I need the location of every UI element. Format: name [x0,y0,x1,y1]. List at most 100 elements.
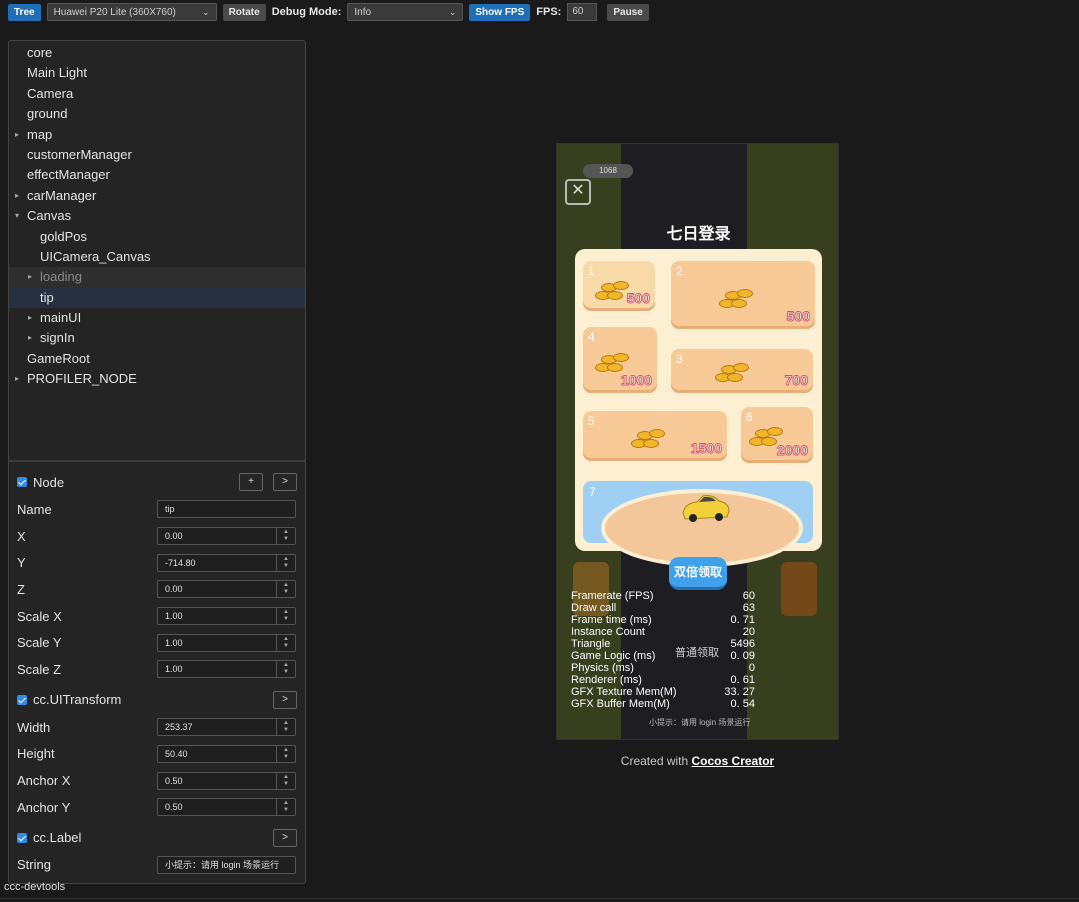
spinner-icon[interactable]: ▲ ▼ [276,528,295,545]
anchor-x-label: Anchor X [17,773,71,789]
tree-item[interactable]: core [9,43,305,63]
day-5-tile[interactable]: 5 1500 [583,411,727,461]
expanded-arrow-icon[interactable]: ▾ [15,206,19,226]
double-claim-button[interactable]: 双倍领取 [669,557,727,590]
tree-item[interactable]: ▸ PROFILER_NODE [9,369,305,389]
tree-item[interactable]: tip [9,287,305,309]
day-amount: 1500 [690,440,722,457]
tree-item-label: Camera [27,85,74,101]
coin-stack-icon [631,423,665,449]
anchor-x-input[interactable]: 0.50 ▲ ▼ [157,771,296,790]
tree-item[interactable]: Main Light [9,63,305,83]
spinner-icon[interactable]: ▲ ▼ [276,799,295,816]
spinner-icon[interactable]: ▲ ▼ [276,745,295,762]
bottom-divider [0,898,1079,899]
stat-label: Draw call [571,602,617,614]
uitransform-goto-button[interactable]: > [273,690,297,709]
tree-item-label: loading [40,269,82,285]
tree-item[interactable]: ▸ carManager [9,186,305,206]
width-label: Width [17,719,51,735]
day-amount: 2000 [776,442,808,459]
day-1-tile[interactable]: 1 500 [583,261,655,311]
height-input[interactable]: 50.40 ▲ ▼ [157,744,296,763]
collapsed-arrow-icon[interactable]: ▸ [28,308,32,328]
tree-toggle-button[interactable]: Tree [8,3,41,21]
collapsed-arrow-icon[interactable]: ▸ [15,125,19,145]
day-3-tile[interactable]: 3 700 [671,349,813,393]
created-with-footer: Created with Cocos Creator [556,754,839,768]
tree-item[interactable]: ▸ mainUI [9,308,305,328]
x-input[interactable]: 0.00 ▲ ▼ [157,527,296,546]
collapsed-arrow-icon[interactable]: ▸ [15,369,19,389]
day-amount: 500 [626,290,650,307]
label-enabled-checkbox[interactable] [17,832,27,843]
tree-item[interactable]: UICamera_Canvas [9,247,305,267]
spinner-icon[interactable]: ▲ ▼ [276,634,295,651]
day-7-tile[interactable]: 7 [583,481,813,567]
string-input[interactable]: 小提示：请用 login 场景运行 [157,855,296,874]
day-6-tile[interactable]: 6 2000 [741,407,813,463]
chevron-down-icon: ⌄ [202,6,210,17]
tree-item[interactable]: customerManager [9,145,305,165]
rotate-button[interactable]: Rotate [222,3,266,21]
game-preview[interactable]: 1068 ✕ 七日登录 1 500 2 500 4 1000 3 700 5 1… [556,143,839,740]
y-input[interactable]: -714.80 ▲ ▼ [157,553,296,572]
anchor-y-input[interactable]: 0.50 ▲ ▼ [157,798,296,817]
collapsed-arrow-icon[interactable]: ▸ [28,267,32,287]
z-input[interactable]: 0.00 ▲ ▼ [157,580,296,599]
scale-z-row: Scale Z 1.00 ▲ ▼ [17,656,297,683]
show-fps-button[interactable]: Show FPS [469,3,531,21]
fps-input[interactable]: 60 [567,3,598,21]
debug-mode-select[interactable]: Info ⌄ [347,3,464,21]
tree-item[interactable]: goldPos [9,227,305,247]
tree-item[interactable]: ground [9,104,305,124]
stat-row: Triangle 5496 [571,638,755,650]
tree-item-label: GameRoot [27,350,90,366]
stat-row: Renderer (ms) 0. 61 [571,674,755,686]
stat-row: Frame time (ms) 0. 71 [571,614,755,626]
tree-item[interactable]: ▾ Canvas [9,206,305,226]
day-number: 7 [589,485,596,499]
pause-button[interactable]: Pause [607,3,649,21]
collapsed-arrow-icon[interactable]: ▸ [15,186,19,206]
node-goto-button[interactable]: > [273,473,297,491]
tree-item[interactable]: ▸ signIn [9,328,305,348]
name-input[interactable]: tip [157,500,296,519]
day-4-tile[interactable]: 4 1000 [583,327,657,393]
tree-item[interactable]: Camera [9,84,305,104]
scale-y-input[interactable]: 1.00 ▲ ▼ [157,633,296,652]
day-amount: 700 [784,372,808,389]
height-row: Height 50.40 ▲ ▼ [17,741,297,768]
day-2-tile[interactable]: 2 500 [671,261,815,329]
created-prefix: Created with [620,754,689,768]
anchor-y-value: 0.50 [165,802,183,813]
spinner-icon[interactable]: ▲ ▼ [276,581,295,598]
cocos-creator-link[interactable]: Cocos Creator [692,754,775,768]
scale-x-input[interactable]: 1.00 ▲ ▼ [157,607,296,626]
stat-row: Draw call 63 [571,602,755,614]
close-icon[interactable]: ✕ [565,179,591,205]
scale-z-input[interactable]: 1.00 ▲ ▼ [157,660,296,679]
tree-item[interactable]: ▸ loading [9,267,305,288]
anchor-x-row: Anchor X 0.50 ▲ ▼ [17,767,297,794]
add-button[interactable]: + [239,473,263,491]
scale-z-value: 1.00 [165,664,183,675]
tree-item[interactable]: GameRoot [9,349,305,369]
uitransform-enabled-checkbox[interactable] [17,694,27,705]
width-input[interactable]: 253.37 ▲ ▼ [157,718,296,737]
label-goto-button[interactable]: > [273,828,297,847]
day-amount: 1000 [620,372,652,389]
day-number: 4 [588,330,595,344]
spinner-icon[interactable]: ▲ ▼ [276,554,295,571]
collapsed-arrow-icon[interactable]: ▸ [28,328,32,348]
node-enabled-checkbox[interactable] [17,477,27,487]
stat-value: 0. 09 [730,650,755,662]
tree-item[interactable]: ▸ map [9,125,305,145]
spinner-icon[interactable]: ▲ ▼ [276,661,295,678]
spinner-icon[interactable]: ▲ ▼ [276,772,295,789]
spinner-icon[interactable]: ▲ ▼ [276,719,295,736]
stat-row: GFX Texture Mem(M) 33. 27 [571,686,755,698]
spinner-icon[interactable]: ▲ ▼ [276,608,295,625]
device-select[interactable]: Huawei P20 Lite (360X760) ⌄ [46,3,217,21]
tree-item[interactable]: effectManager [9,165,305,185]
